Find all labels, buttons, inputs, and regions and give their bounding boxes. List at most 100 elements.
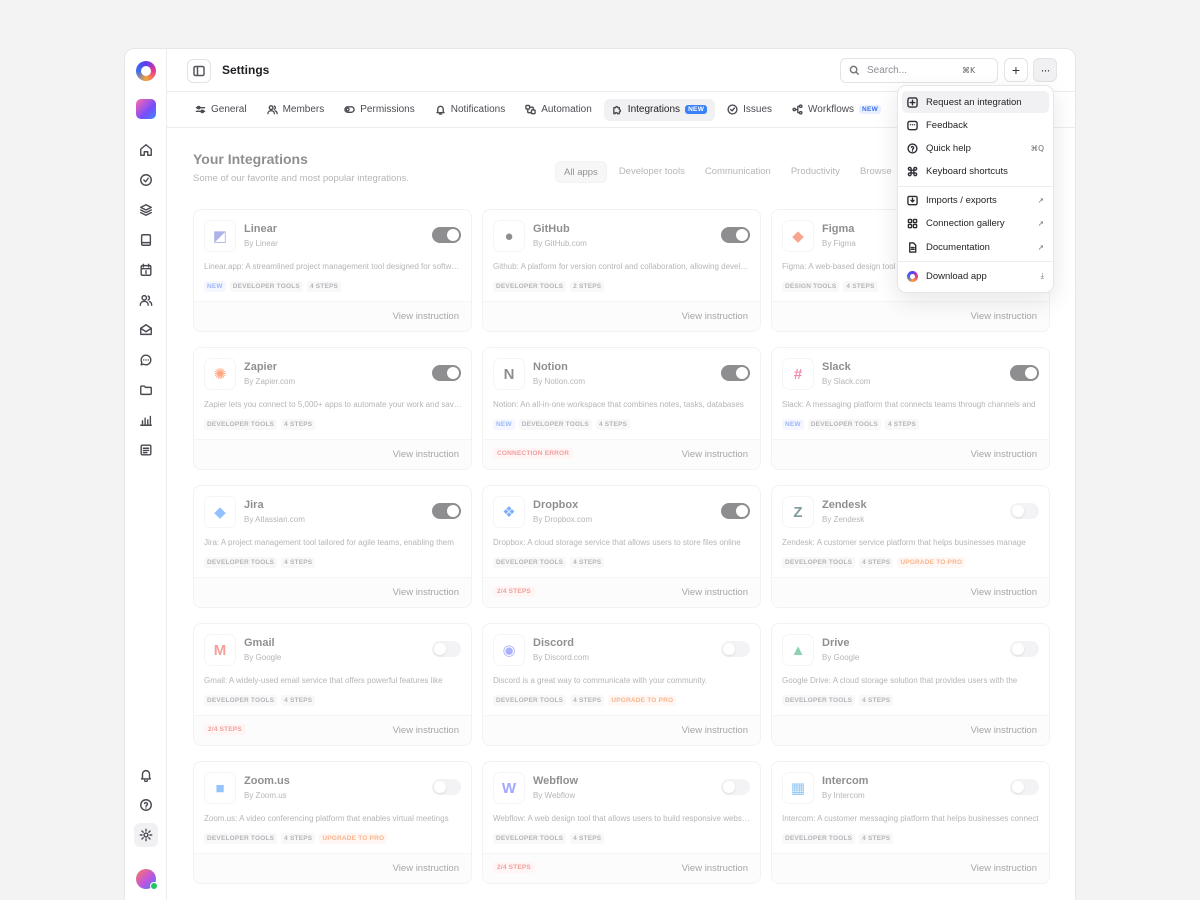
view-instruction-link[interactable]: View instruction bbox=[393, 449, 459, 460]
integration-toggle[interactable] bbox=[721, 641, 750, 657]
workspace-icon[interactable] bbox=[136, 99, 156, 119]
page-title: Settings bbox=[222, 63, 270, 77]
add-button[interactable]: + bbox=[1004, 58, 1028, 82]
view-instruction-link[interactable]: View instruction bbox=[393, 863, 459, 874]
integration-toggle[interactable] bbox=[432, 503, 461, 519]
integration-toggle[interactable] bbox=[721, 503, 750, 519]
view-instruction-link[interactable]: View instruction bbox=[682, 587, 748, 598]
tab-issues[interactable]: Issues bbox=[719, 99, 780, 121]
tag-list: DEVELOPER TOOLS 4 STEPS bbox=[204, 419, 316, 430]
view-instruction-link[interactable]: View instruction bbox=[682, 311, 748, 322]
tag: 4 STEPS bbox=[859, 557, 894, 568]
menu-item-label: Request an integration bbox=[926, 96, 1022, 108]
filter-tabs: All apps Developer tools Communication P… bbox=[555, 161, 900, 183]
book-icon[interactable] bbox=[134, 228, 158, 252]
integration-toggle[interactable] bbox=[432, 779, 461, 795]
filter-communication[interactable]: Communication bbox=[697, 161, 779, 183]
integration-card-drive: ▲ Drive By Google Google Drive: A cloud sto… bbox=[771, 623, 1050, 746]
integration-toggle[interactable] bbox=[1010, 503, 1039, 519]
menu-item-documentation[interactable]: Documentation ↗ bbox=[902, 236, 1049, 258]
tag-list: DEVELOPER TOOLS 4 STEPS bbox=[493, 557, 605, 568]
menu-divider bbox=[898, 261, 1053, 263]
list-icon[interactable] bbox=[134, 438, 158, 462]
notion-logo-icon: N bbox=[493, 358, 525, 390]
tab-general[interactable]: General bbox=[187, 99, 255, 121]
view-instruction-link[interactable]: View instruction bbox=[971, 311, 1037, 322]
app-logo-icon[interactable] bbox=[136, 61, 156, 81]
integration-toggle[interactable] bbox=[721, 227, 750, 243]
integration-toggle[interactable] bbox=[432, 365, 461, 381]
filter-productivity[interactable]: Productivity bbox=[783, 161, 848, 183]
tab-workflows[interactable]: Workflows NEW bbox=[784, 99, 889, 121]
view-instruction-link[interactable]: View instruction bbox=[393, 725, 459, 736]
integration-card-jira: ◆ Jira By Atlassian.com Jira: A project man… bbox=[193, 485, 472, 608]
logo-glyph: ◩ bbox=[212, 228, 228, 245]
view-instruction-link[interactable]: View instruction bbox=[971, 587, 1037, 598]
layers-icon[interactable] bbox=[134, 198, 158, 222]
menu-item-request-integration[interactable]: Request an integration bbox=[902, 91, 1049, 114]
menu-item-download-app[interactable]: Download app ⤓ bbox=[902, 265, 1049, 287]
integration-toggle[interactable] bbox=[721, 779, 750, 795]
tab-permissions[interactable]: Permissions bbox=[336, 99, 422, 121]
integration-toggle[interactable] bbox=[432, 227, 461, 243]
integration-card-gmail: M Gmail By Google Gmail: A widely-used emai… bbox=[193, 623, 472, 746]
integration-vendor: By Figma bbox=[822, 239, 856, 248]
upgrade-tag[interactable]: UPGRADE TO PRO bbox=[608, 695, 677, 706]
home-icon[interactable] bbox=[134, 138, 158, 162]
tag-list: DEVELOPER TOOLS 4 STEPS UPGRADE TO PRO bbox=[782, 557, 966, 568]
filter-developer-tools[interactable]: Developer tools bbox=[611, 161, 693, 183]
tab-automation[interactable]: Automation bbox=[517, 99, 600, 121]
tab-notifications[interactable]: Notifications bbox=[427, 99, 513, 121]
search-input[interactable] bbox=[867, 65, 962, 76]
chart-icon[interactable] bbox=[134, 408, 158, 432]
view-instruction-link[interactable]: View instruction bbox=[971, 449, 1037, 460]
integration-vendor: By Zendesk bbox=[822, 515, 865, 524]
view-instruction-link[interactable]: View instruction bbox=[971, 725, 1037, 736]
users-icon[interactable] bbox=[134, 288, 158, 312]
integration-vendor: By Webflow bbox=[533, 791, 576, 800]
integration-toggle[interactable] bbox=[432, 641, 461, 657]
user-avatar[interactable] bbox=[136, 869, 158, 890]
view-instruction-link[interactable]: View instruction bbox=[682, 863, 748, 874]
calendar-icon[interactable] bbox=[134, 258, 158, 282]
bell-icon[interactable] bbox=[134, 763, 158, 787]
menu-item-imports-exports[interactable]: Imports / exports ↗ bbox=[902, 190, 1049, 212]
card-footer: View instruction bbox=[772, 301, 1049, 331]
tab-label: Notifications bbox=[450, 104, 506, 115]
settings-icon[interactable] bbox=[134, 823, 158, 847]
tag: 4 STEPS bbox=[859, 695, 894, 706]
integration-description: Linear.app: A streamlined project manage… bbox=[204, 262, 462, 271]
search-box[interactable]: ⌘K bbox=[840, 58, 998, 83]
menu-item-quick-help[interactable]: Quick help ⌘Q bbox=[902, 138, 1049, 160]
mail-icon[interactable] bbox=[134, 318, 158, 342]
view-instruction-link[interactable]: View instruction bbox=[393, 587, 459, 598]
help-icon[interactable] bbox=[134, 793, 158, 817]
filter-all-apps[interactable]: All apps bbox=[555, 161, 607, 183]
view-instruction-link[interactable]: View instruction bbox=[393, 311, 459, 322]
upgrade-tag[interactable]: UPGRADE TO PRO bbox=[319, 833, 388, 844]
menu-item-feedback[interactable]: Feedback bbox=[902, 114, 1049, 136]
integration-toggle[interactable] bbox=[721, 365, 750, 381]
steps-progress-badge: 2/4 STEPS bbox=[204, 724, 246, 735]
menu-item-keyboard-shortcuts[interactable]: Keyboard shortcuts bbox=[902, 161, 1049, 183]
view-instruction-link[interactable]: View instruction bbox=[682, 449, 748, 460]
integration-description: Gmail: A widely-used email service that … bbox=[204, 676, 443, 685]
menu-item-connection-gallery[interactable]: Connection gallery ↗ bbox=[902, 213, 1049, 235]
more-options-button[interactable]: ··· bbox=[1033, 58, 1057, 82]
view-instruction-link[interactable]: View instruction bbox=[682, 725, 748, 736]
tab-members[interactable]: Members bbox=[259, 99, 333, 121]
integrations-grid: ◩ Linear By Linear Linear.app: A streamline… bbox=[193, 209, 1050, 884]
integration-toggle[interactable] bbox=[1010, 365, 1039, 381]
view-instruction-link[interactable]: View instruction bbox=[971, 863, 1037, 874]
filter-browse[interactable]: Browse bbox=[852, 161, 900, 183]
plus-icon: + bbox=[1011, 62, 1021, 78]
integration-toggle[interactable] bbox=[1010, 641, 1039, 657]
tag: 4 STEPS bbox=[859, 833, 894, 844]
check-circle-icon[interactable] bbox=[134, 168, 158, 192]
tab-integrations[interactable]: Integrations NEW bbox=[603, 98, 716, 121]
upgrade-tag[interactable]: UPGRADE TO PRO bbox=[897, 557, 966, 568]
folder-icon[interactable] bbox=[134, 378, 158, 402]
integration-toggle[interactable] bbox=[1010, 779, 1039, 795]
chat-icon[interactable] bbox=[134, 348, 158, 372]
sidebar-toggle-button[interactable] bbox=[187, 59, 211, 83]
